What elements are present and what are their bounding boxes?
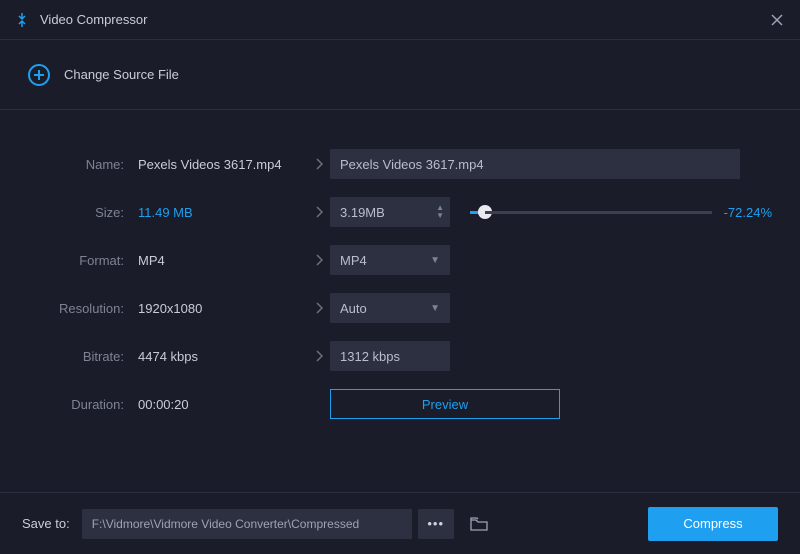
original-duration: 00:00:20 [138,397,308,412]
compress-icon [14,12,30,28]
plus-circle-icon[interactable] [28,64,50,86]
original-resolution: 1920x1080 [138,301,308,316]
row-format: Format: MP4 MP4 ▼ [28,236,772,284]
target-size-spinner[interactable]: 3.19MB ▲ ▼ [330,197,450,227]
chevron-right-icon [308,302,330,314]
label-duration: Duration: [28,397,138,412]
save-path-field[interactable]: F:\Vidmore\Vidmore Video Converter\Compr… [82,509,412,539]
target-bitrate-field [330,341,450,371]
label-format: Format: [28,253,138,268]
preview-button[interactable]: Preview [330,389,560,419]
label-bitrate: Bitrate: [28,349,138,364]
original-size: 11.49 MB [138,205,308,220]
chevron-right-icon [308,206,330,218]
chevron-right-icon [308,350,330,362]
row-resolution: Resolution: 1920x1080 Auto ▼ [28,284,772,332]
compress-button[interactable]: Compress [648,507,778,541]
format-selected: MP4 [340,253,367,268]
original-bitrate: 4474 kbps [138,349,308,364]
row-duration: Duration: 00:00:20 Preview [28,380,772,428]
save-to-label: Save to: [22,516,70,531]
resolution-dropdown[interactable]: Auto ▼ [330,293,450,323]
chevron-down-icon: ▼ [430,255,440,266]
save-path-text: F:\Vidmore\Vidmore Video Converter\Compr… [92,517,359,531]
change-source-label: Change Source File [64,67,179,82]
resolution-selected: Auto [340,301,367,316]
chevron-right-icon [308,254,330,266]
change-source-row[interactable]: Change Source File [0,40,800,110]
row-bitrate: Bitrate: 4474 kbps [28,332,772,380]
open-folder-icon[interactable] [464,509,494,539]
label-name: Name: [28,157,138,172]
label-size: Size: [28,205,138,220]
reduction-percent: -72.24% [724,205,772,220]
original-name: Pexels Videos 3617.mp4 [138,157,308,172]
window-title: Video Compressor [40,12,768,27]
footer: Save to: F:\Vidmore\Vidmore Video Conver… [0,492,800,554]
slider-thumb[interactable] [478,205,492,219]
settings-form: Name: Pexels Videos 3617.mp4 Size: 11.49… [0,110,800,438]
chevron-right-icon [308,158,330,170]
compress-label: Compress [683,516,742,531]
chevron-down-icon: ▼ [430,303,440,314]
original-format: MP4 [138,253,308,268]
target-size-value: 3.19MB [340,205,385,220]
format-dropdown[interactable]: MP4 ▼ [330,245,450,275]
spinner-down-icon[interactable]: ▼ [436,212,444,220]
size-slider[interactable] [470,211,712,214]
row-size: Size: 11.49 MB 3.19MB ▲ ▼ -72.24% [28,188,772,236]
row-name: Name: Pexels Videos 3617.mp4 [28,140,772,188]
label-resolution: Resolution: [28,301,138,316]
titlebar: Video Compressor [0,0,800,40]
path-more-button[interactable]: ••• [418,509,454,539]
close-icon[interactable] [768,11,786,29]
target-name-input[interactable] [330,149,740,179]
preview-label: Preview [422,397,468,412]
